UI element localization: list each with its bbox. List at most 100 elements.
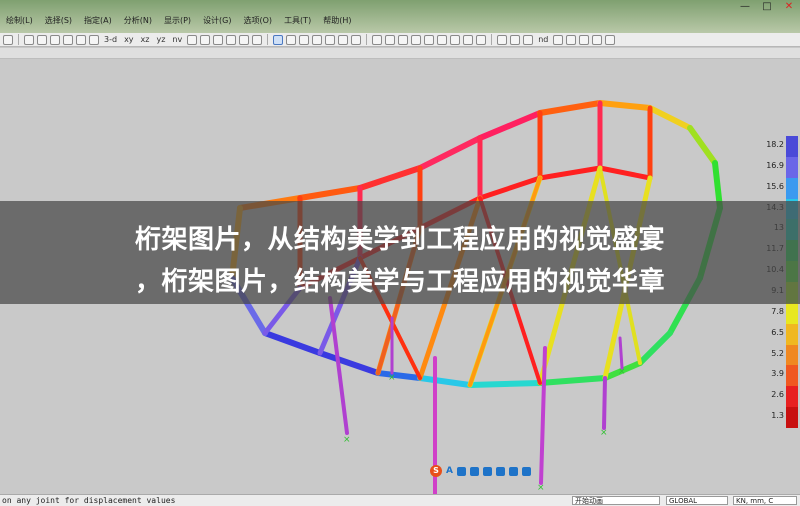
pan-icon[interactable]: [89, 34, 99, 45]
truss-member[interactable]: [687, 125, 718, 166]
truss-member[interactable]: [297, 185, 363, 201]
zoom-fit-icon[interactable]: [63, 34, 73, 45]
truss-member[interactable]: [537, 375, 608, 386]
menu-options[interactable]: 选项(O): [238, 14, 279, 28]
truss-member[interactable]: [597, 165, 653, 181]
legend-value-label: 2.6: [771, 390, 784, 400]
down-icon[interactable]: [226, 34, 237, 45]
assign-frame-icon[interactable]: [385, 34, 396, 45]
maximize-button[interactable]: □: [756, 0, 778, 13]
section-icon[interactable]: [351, 34, 362, 45]
truss-member[interactable]: [477, 110, 543, 141]
run-icon[interactable]: [3, 34, 13, 45]
coordinate-system-select[interactable]: GLOBAL: [666, 496, 728, 505]
legend-color-swatch: [786, 407, 798, 429]
truss-member[interactable]: [417, 135, 483, 171]
show-deformed-icon[interactable]: [523, 34, 534, 45]
truss-member[interactable]: [618, 336, 624, 370]
truss-member[interactable]: [537, 100, 603, 116]
perspective-icon[interactable]: [200, 34, 211, 45]
ime-skin-icon[interactable]: [508, 466, 518, 476]
zoom-in-icon[interactable]: [37, 34, 47, 45]
view-xy-button[interactable]: xy: [122, 35, 135, 44]
menu-help[interactable]: 帮助(H): [317, 14, 357, 28]
animation-control[interactable]: 开始动画: [572, 496, 660, 505]
show-forces-icon[interactable]: [553, 34, 564, 45]
support-icon: ⨯: [618, 367, 626, 377]
design-steel-icon[interactable]: [592, 34, 603, 45]
select-icon[interactable]: [286, 34, 297, 45]
up-icon[interactable]: [213, 34, 224, 45]
ime-keyboard-icon[interactable]: [482, 466, 492, 476]
truss-member[interactable]: [328, 296, 349, 435]
units-select[interactable]: KN, mm, C: [733, 496, 797, 505]
assign-area-icon[interactable]: [398, 34, 409, 45]
legend-color-swatch: [786, 344, 798, 366]
truss-member[interactable]: [597, 100, 653, 111]
close-button[interactable]: ✕: [778, 0, 800, 13]
support-icon: ⨯: [388, 373, 396, 383]
view-yz-button[interactable]: yz: [154, 35, 167, 44]
rotate-icon[interactable]: [187, 34, 198, 45]
constraint-icon[interactable]: [463, 34, 474, 45]
menu-display[interactable]: 显示(P): [158, 14, 197, 28]
local-axes-icon[interactable]: [450, 34, 461, 45]
truss-member[interactable]: [602, 376, 607, 430]
view-nv-button[interactable]: nv: [170, 35, 184, 44]
view-xz-button[interactable]: xz: [139, 35, 152, 44]
truss-member[interactable]: [467, 380, 543, 388]
truss-member[interactable]: [317, 350, 381, 376]
assign-joint-icon[interactable]: [372, 34, 383, 45]
ime-punct-icon[interactable]: [456, 466, 466, 476]
zoom-previous-icon[interactable]: [76, 34, 86, 45]
refresh-icon[interactable]: [252, 34, 263, 45]
draw-area-icon[interactable]: [312, 34, 323, 45]
truss-member[interactable]: [262, 330, 323, 356]
truss-member[interactable]: [637, 330, 673, 366]
show-stress-icon[interactable]: [566, 34, 577, 45]
legend-value-label: 15.6: [766, 181, 784, 191]
truss-member[interactable]: [375, 370, 423, 381]
show-nd-button[interactable]: nd: [536, 35, 550, 44]
quick-draw-icon[interactable]: [325, 34, 336, 45]
legend-value-label: 3.9: [771, 369, 784, 379]
truss-member[interactable]: [417, 375, 473, 388]
draw-frame-icon[interactable]: [299, 34, 310, 45]
ime-emoji-icon[interactable]: [469, 466, 479, 476]
zoom-out-icon[interactable]: [50, 34, 60, 45]
draw-joint-icon[interactable]: [338, 34, 349, 45]
menu-select[interactable]: 选择(S): [39, 14, 78, 28]
display-options-icon[interactable]: [239, 34, 250, 45]
ime-toolbar: S A: [430, 465, 531, 477]
menu-design[interactable]: 设计(G): [197, 14, 237, 28]
minimize-button[interactable]: —: [734, 0, 756, 13]
toolbar-separator: [267, 34, 269, 45]
toolbar: 3-d xy xz yz nv nd: [0, 33, 800, 47]
release-icon[interactable]: [476, 34, 487, 45]
restraint-icon[interactable]: [424, 34, 435, 45]
show-loads-icon[interactable]: [510, 34, 521, 45]
pointer-icon[interactable]: [273, 34, 284, 45]
truss-member[interactable]: [357, 165, 423, 191]
truss-member[interactable]: [537, 165, 603, 181]
show-undeformed-icon[interactable]: [497, 34, 508, 45]
legend-color-swatch: [786, 156, 798, 179]
show-tables-icon[interactable]: [579, 34, 590, 45]
menu-tools[interactable]: 工具(T): [278, 14, 317, 28]
menu-draw[interactable]: 绘制(L): [0, 14, 39, 28]
sogou-logo-icon[interactable]: S: [430, 465, 442, 477]
spring-icon[interactable]: [437, 34, 448, 45]
zoom-window-icon[interactable]: [24, 34, 34, 45]
legend-value-label: 6.5: [771, 327, 784, 337]
view-3d-button[interactable]: 3-d: [102, 35, 119, 44]
legend-value-label: 7.8: [771, 306, 784, 316]
truss-member[interactable]: [647, 105, 693, 131]
ime-tools-icon[interactable]: [521, 466, 531, 476]
menu-analyze[interactable]: 分析(N): [118, 14, 158, 28]
assign-load-icon[interactable]: [411, 34, 422, 45]
ime-mode-icon[interactable]: A: [446, 466, 453, 476]
design-concrete-icon[interactable]: [605, 34, 616, 45]
truss-member[interactable]: [477, 175, 543, 201]
ime-voice-icon[interactable]: [495, 466, 505, 476]
menu-assign[interactable]: 指定(A): [78, 14, 118, 28]
